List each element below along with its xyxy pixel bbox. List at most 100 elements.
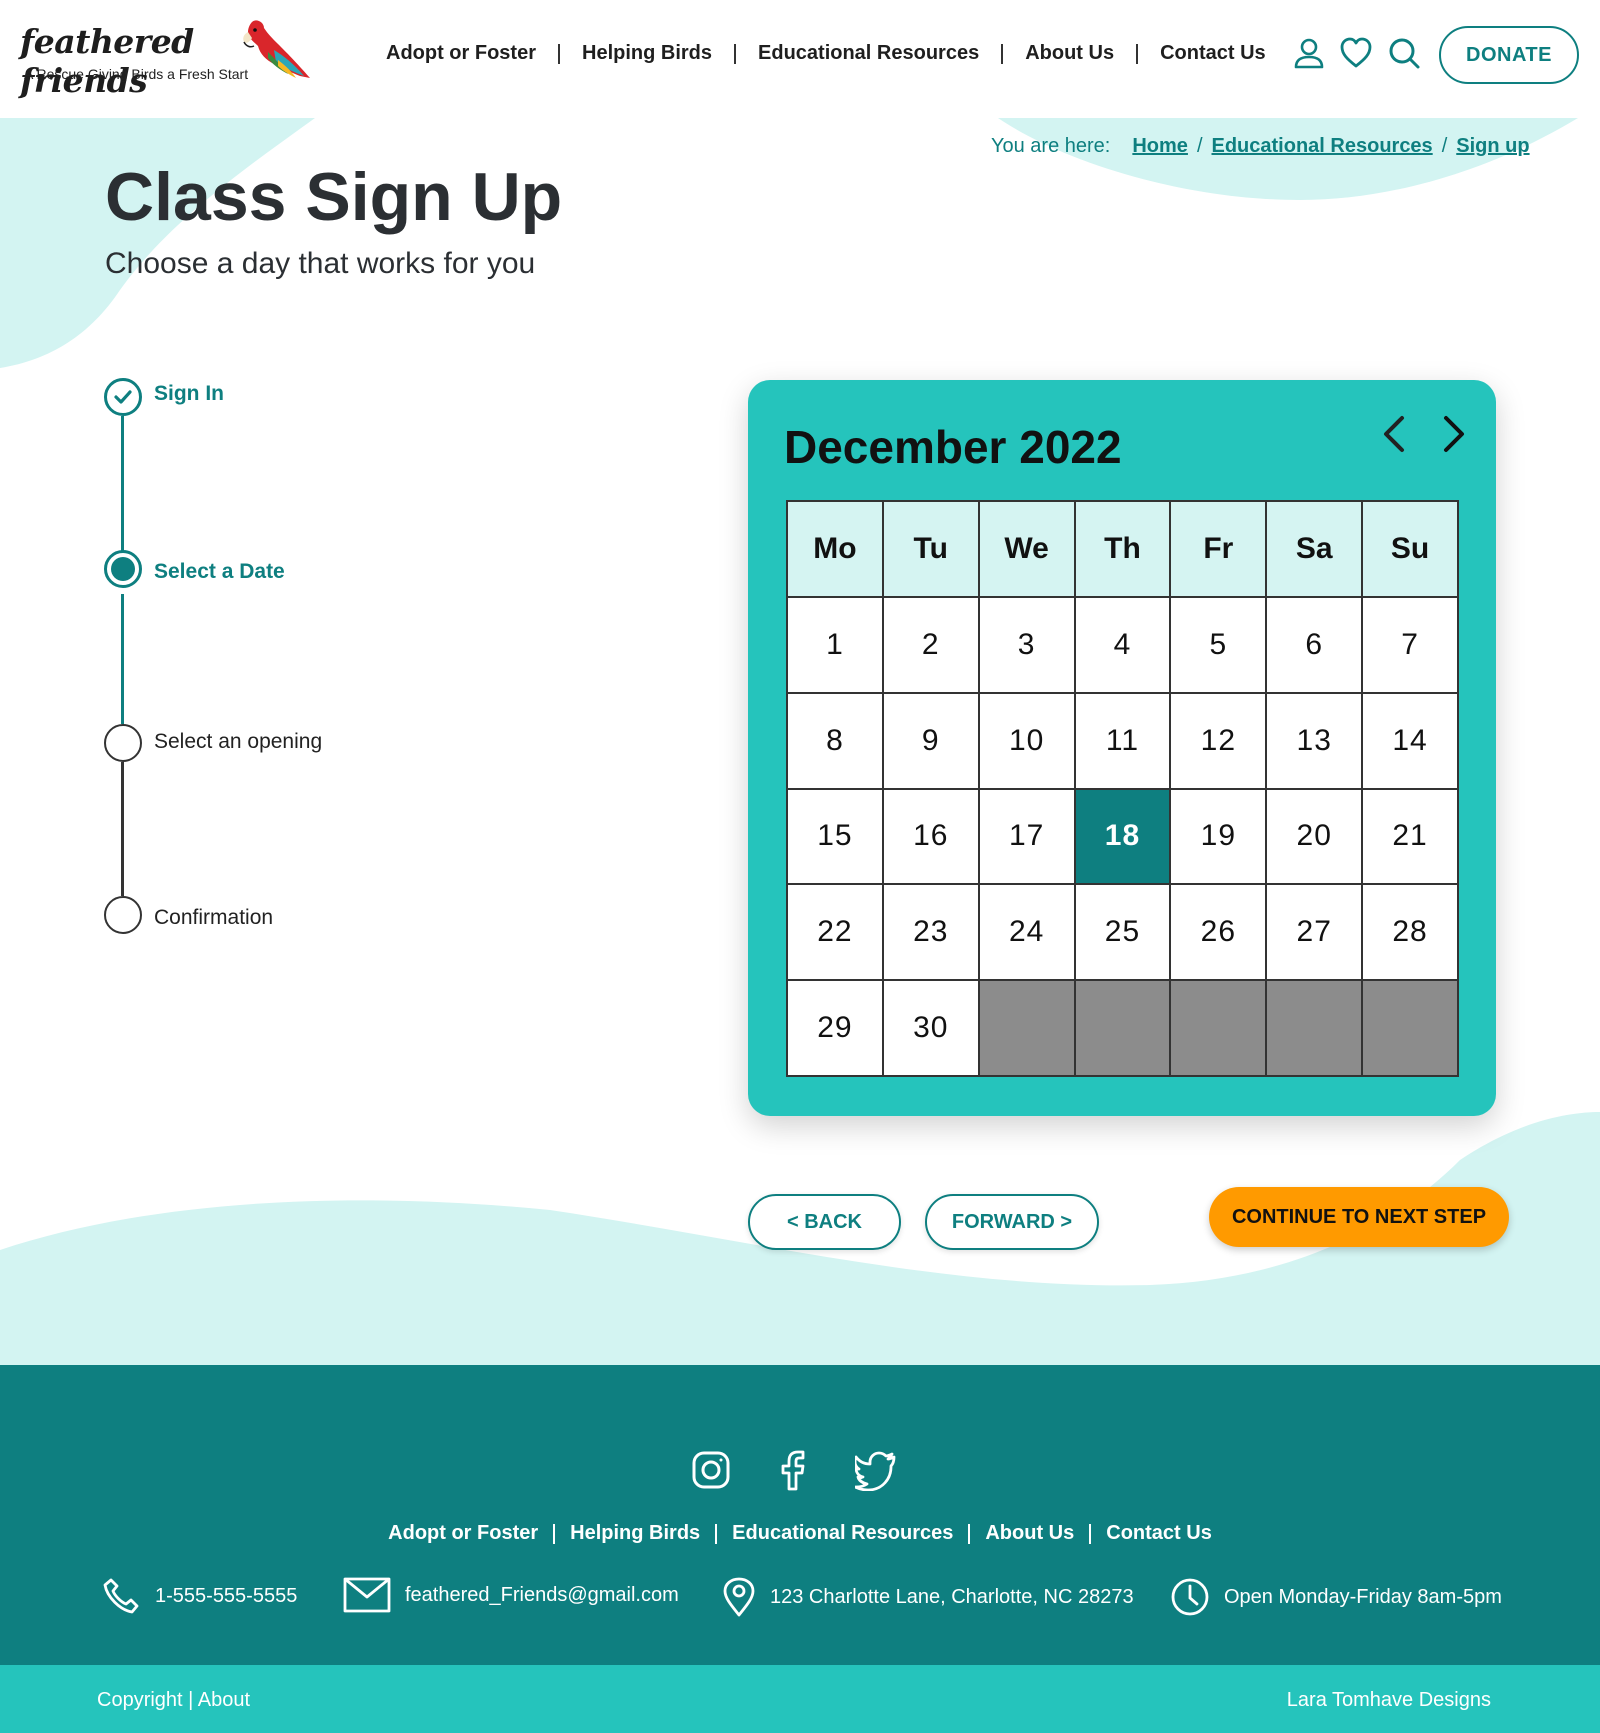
search-icon[interactable] [1387, 36, 1421, 70]
site-logo[interactable]: feathered friends A Rescue Giving Birds … [20, 20, 310, 100]
site-header: feathered friends A Rescue Giving Birds … [0, 0, 1600, 118]
weekday-header: Mo [788, 502, 882, 596]
location-pin-icon [723, 1577, 755, 1617]
instagram-icon[interactable] [690, 1449, 732, 1491]
page-title: Class Sign Up [105, 159, 563, 235]
main-nav: Adopt or Foster Helping Birds Educationa… [386, 42, 1266, 65]
chevron-left-icon[interactable] [1374, 412, 1418, 456]
breadcrumb-separator: / [1196, 135, 1203, 157]
calendar-day[interactable]: 11 [1075, 693, 1170, 788]
footer-nav-educational-resources[interactable]: Educational Resources [732, 1522, 953, 1545]
logo-tagline: A Rescue Giving Birds a Fresh Start [24, 66, 249, 82]
calendar-day[interactable]: 23 [883, 885, 978, 980]
phone-icon [103, 1578, 139, 1614]
calendar-day[interactable]: 29 [788, 981, 882, 1075]
calendar-day[interactable]: 5 [1171, 597, 1266, 692]
step-label-select-date: Select a Date [154, 560, 285, 583]
back-button[interactable]: < BACK [748, 1194, 901, 1250]
footer-address: 123 Charlotte Lane, Charlotte, NC 28273 [722, 1577, 1134, 1617]
footer-phone-text: 1-555-555-5555 [155, 1584, 298, 1607]
calendar-day[interactable]: 2 [883, 597, 978, 692]
mail-icon [343, 1577, 391, 1613]
footer-nav-divider [1089, 1523, 1092, 1544]
breadcrumb: You are here: Home / Educational Resourc… [991, 135, 1530, 158]
calendar-day-unavailable [979, 981, 1074, 1075]
footer-email-text: feathered_Friends@gmail.com [405, 1583, 679, 1606]
footer-nav-about-us[interactable]: About Us [985, 1522, 1074, 1545]
calendar-day[interactable]: 30 [883, 981, 978, 1075]
footer-nav-contact-us[interactable]: Contact Us [1106, 1522, 1212, 1545]
step-label-sign-in[interactable]: Sign In [154, 382, 224, 406]
calendar-day[interactable]: 15 [788, 789, 882, 884]
footer-nav-divider [968, 1523, 971, 1544]
calendar-day[interactable]: 12 [1171, 693, 1266, 788]
calendar-day[interactable]: 20 [1267, 789, 1362, 884]
footer-email[interactable]: feathered_Friends@gmail.com [343, 1577, 679, 1613]
calendar-day[interactable]: 6 [1267, 597, 1362, 692]
twitter-icon[interactable] [855, 1449, 897, 1491]
calendar-day[interactable]: 19 [1171, 789, 1266, 884]
calendar-day-unavailable [1171, 981, 1266, 1075]
calendar-day-unavailable [1363, 981, 1457, 1075]
designer-credit: Lara Tomhave Designs [1286, 1689, 1491, 1711]
calendar-day[interactable]: 17 [979, 789, 1074, 884]
calendar-day[interactable]: 9 [883, 693, 978, 788]
calendar-day[interactable]: 4 [1075, 597, 1170, 692]
calendar-month-title: December 2022 [784, 421, 1122, 473]
weekday-header: We [979, 502, 1074, 596]
calendar-day[interactable]: 3 [979, 597, 1074, 692]
step-label-select-opening: Select an opening [154, 730, 323, 753]
calendar-day[interactable]: 25 [1075, 885, 1170, 980]
nav-educational-resources[interactable]: Educational Resources [758, 42, 979, 65]
footer-nav-divider [553, 1523, 556, 1544]
calendar-grid: Mo Tu We Th Fr Sa Su 1 2 3 4 5 6 7 8 9 10 11 12 13 14 15 16 17 1… [786, 500, 1459, 1077]
step-label-confirmation: Confirmation [154, 906, 274, 929]
calendar-day[interactable]: 7 [1363, 597, 1457, 692]
step-pending-icon [104, 896, 142, 934]
calendar-day[interactable]: 13 [1267, 693, 1362, 788]
breadcrumb-label: You are here: [991, 135, 1111, 157]
footer-phone[interactable]: 1-555-555-5555 [103, 1577, 297, 1615]
nav-divider [1136, 43, 1139, 64]
facebook-icon[interactable] [772, 1449, 814, 1491]
breadcrumb-sign-up[interactable]: Sign up [1456, 135, 1529, 158]
nav-about-us[interactable]: About Us [1025, 42, 1114, 65]
progress-stepper: Sign In Select a Date Select an opening … [104, 378, 464, 938]
nav-contact-us[interactable]: Contact Us [1160, 42, 1266, 65]
footer-nav-adopt-or-foster[interactable]: Adopt or Foster [388, 1522, 538, 1545]
forward-button[interactable]: FORWARD > [925, 1194, 1099, 1250]
breadcrumb-separator: / [1441, 135, 1448, 157]
calendar-day[interactable]: 16 [883, 789, 978, 884]
breadcrumb-educational-resources[interactable]: Educational Resources [1212, 135, 1433, 158]
user-icon[interactable] [1292, 36, 1326, 70]
calendar-day[interactable]: 28 [1363, 885, 1457, 980]
continue-to-next-step-button[interactable]: CONTINUE TO NEXT STEP [1209, 1187, 1509, 1247]
calendar-day[interactable]: 8 [788, 693, 882, 788]
calendar-day-selected[interactable]: 18 [1075, 789, 1170, 884]
heart-icon[interactable] [1339, 36, 1373, 70]
calendar-day[interactable]: 24 [979, 885, 1074, 980]
footer-nav-divider [715, 1523, 718, 1544]
footer-nav-helping-birds[interactable]: Helping Birds [570, 1522, 700, 1545]
calendar-day[interactable]: 22 [788, 885, 882, 980]
donate-button[interactable]: DONATE [1439, 26, 1579, 84]
calendar-day[interactable]: 1 [788, 597, 882, 692]
calendar-day[interactable]: 14 [1363, 693, 1457, 788]
calendar-day[interactable]: 27 [1267, 885, 1362, 980]
site-footer: Adopt or Foster Helping Birds Educationa… [0, 1365, 1600, 1665]
calendar-day[interactable]: 26 [1171, 885, 1266, 980]
copyright-link[interactable]: Copyright | About [97, 1689, 250, 1712]
footer-address-text: 123 Charlotte Lane, Charlotte, NC 28273 [770, 1585, 1134, 1608]
nav-helping-birds[interactable]: Helping Birds [582, 42, 712, 65]
calendar-day[interactable]: 10 [979, 693, 1074, 788]
step-pending-icon [104, 724, 142, 762]
footer-bottom-bar: Copyright | About Lara Tomhave Designs [0, 1665, 1600, 1733]
step-complete-check-icon [104, 378, 142, 416]
breadcrumb-home[interactable]: Home [1132, 135, 1188, 158]
chevron-right-icon[interactable] [1430, 412, 1474, 456]
calendar-day[interactable]: 21 [1363, 789, 1457, 884]
calendar-day-unavailable [1075, 981, 1170, 1075]
weekday-header: Fr [1171, 502, 1266, 596]
step-current-icon [104, 550, 142, 588]
nav-adopt-or-foster[interactable]: Adopt or Foster [386, 42, 536, 65]
